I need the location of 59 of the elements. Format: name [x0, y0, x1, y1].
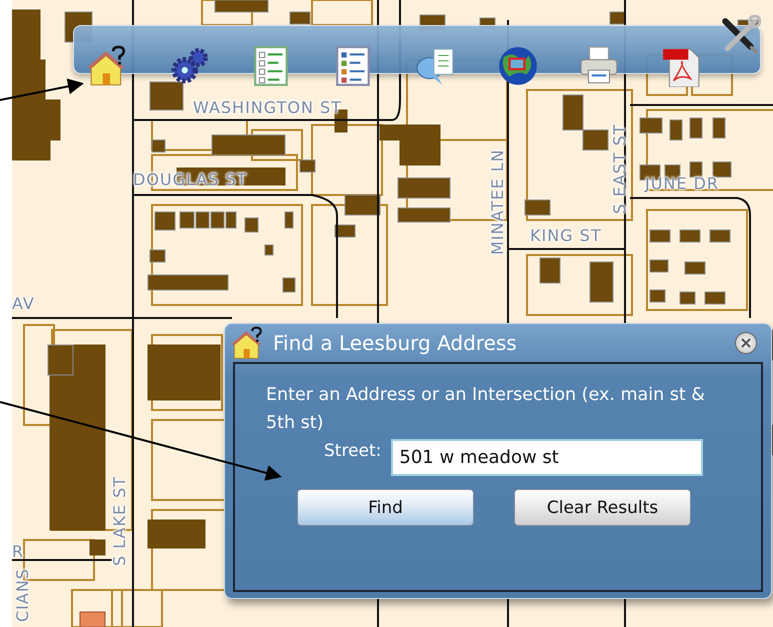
clear-results-button[interactable]: Clear Results [514, 489, 691, 526]
building [264, 244, 274, 256]
building [712, 118, 726, 138]
instructions-text: Enter an Address or an Intersection (ex. main st & 5th st) [266, 384, 706, 435]
building [152, 140, 166, 152]
building [282, 278, 296, 292]
building [524, 200, 550, 216]
building [680, 292, 696, 304]
building [650, 260, 668, 272]
street-label: R [12, 544, 24, 560]
street-label: AV [12, 296, 35, 312]
building [210, 212, 224, 228]
building [398, 178, 450, 198]
tools-icon[interactable] [719, 15, 761, 57]
building [540, 258, 560, 284]
building [380, 124, 440, 166]
building [650, 290, 666, 302]
building [196, 212, 210, 228]
street-label: MINATEE LN [490, 148, 506, 255]
close-button[interactable] [735, 332, 757, 354]
building [334, 224, 356, 238]
building [610, 12, 626, 24]
street-label: KING ST [530, 228, 602, 244]
building [150, 250, 166, 262]
street-label: Street: [324, 441, 382, 461]
street-label: CIANS [15, 568, 31, 622]
building [650, 230, 670, 242]
building [226, 212, 236, 228]
building [300, 160, 316, 172]
building [214, 0, 268, 12]
building [680, 230, 700, 242]
building [640, 118, 662, 134]
dialog-title: Find a Leesburg Address [273, 331, 518, 355]
home-help-icon [231, 326, 265, 360]
building [712, 162, 732, 178]
street-label: S LAKE ST [112, 476, 128, 566]
street-label: S EAST ST [612, 124, 628, 214]
building [344, 194, 380, 216]
building [80, 612, 106, 627]
building [684, 262, 706, 274]
close-icon [740, 337, 752, 349]
building [154, 212, 176, 230]
street-input-field[interactable]: 501 w meadow st [391, 439, 704, 476]
building [704, 292, 726, 304]
globe-icon[interactable] [497, 45, 539, 87]
building [284, 212, 294, 228]
street-label: WASHINGTON ST [193, 100, 342, 116]
building [150, 82, 184, 110]
building [690, 118, 702, 138]
building [670, 120, 682, 140]
building [710, 230, 730, 242]
building [398, 208, 450, 222]
building [690, 162, 702, 178]
find-button[interactable]: Find [297, 489, 474, 526]
building [590, 262, 614, 302]
building [290, 12, 310, 24]
building [180, 212, 194, 228]
building [244, 218, 258, 232]
street-label: DOUGLAS ST [133, 172, 248, 188]
